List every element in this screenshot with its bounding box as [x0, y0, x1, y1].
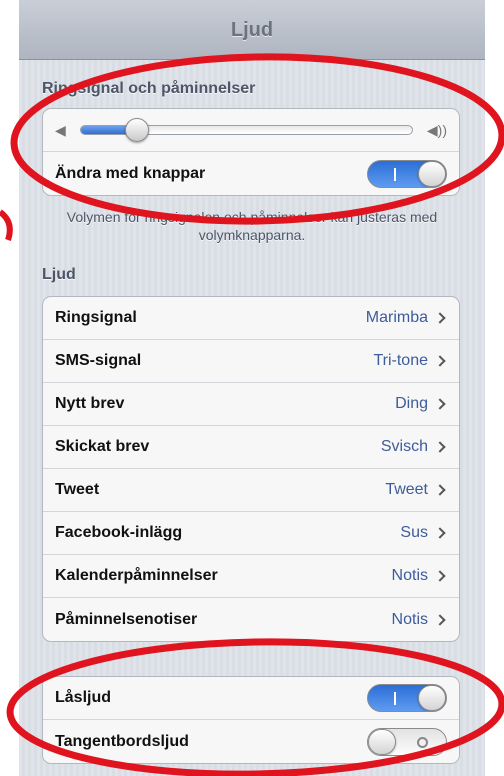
chevron-right-icon	[434, 570, 446, 582]
sound-row-value: Sus	[400, 524, 428, 541]
toggle-on-mark	[394, 692, 396, 705]
sound-row-value: Notis	[391, 567, 428, 584]
sounds-group: Ringsignal Marimba SMS-signal Tri-tone N…	[42, 296, 460, 642]
chevron-right-icon	[434, 441, 446, 453]
chevron-right-icon	[434, 527, 446, 539]
sound-row-label: SMS-signal	[55, 352, 142, 369]
toggle-thumb	[418, 160, 446, 187]
keyboard-sound-row: Tangentbordsljud	[43, 720, 459, 763]
chevron-right-icon	[434, 613, 446, 626]
chevron-right-icon	[434, 312, 446, 324]
keyboard-sound-label: Tangentbordsljud	[55, 732, 189, 750]
change-with-buttons-row: Ändra med knappar	[43, 152, 459, 195]
ringer-group: ◀ ◀)) Ändra med knappar	[42, 108, 460, 196]
sound-row-label: Facebook-inlägg	[55, 524, 183, 541]
settings-screen: Ljud Ringsignal och påminnelser ◀ ◀)) Än…	[19, 0, 485, 776]
sound-row-nytt-brev[interactable]: Nytt brev Ding	[43, 383, 459, 426]
chevron-right-icon	[434, 355, 446, 367]
volume-low-icon: ◀	[55, 121, 66, 138]
sound-row-facebook[interactable]: Facebook-inlägg Sus	[43, 512, 459, 555]
volume-footnote: Volymen för ringsignalen och påminnelser…	[66, 209, 438, 243]
toggle-off-mark	[417, 736, 428, 748]
change-with-buttons-label: Ändra med knappar	[55, 164, 206, 182]
sound-row-skickat-brev[interactable]: Skickat brev Svisch	[43, 426, 459, 469]
annotation-mark-left	[0, 209, 13, 241]
sound-row-value: Marimba	[365, 309, 428, 326]
toggle-on-mark	[394, 167, 396, 181]
volume-slider-row: ◀ ◀))	[43, 109, 459, 152]
chevron-right-icon	[434, 398, 446, 410]
sound-row-kalender[interactable]: Kalenderpåminnelser Notis	[43, 555, 459, 598]
sound-row-tweet[interactable]: Tweet Tweet	[43, 469, 459, 512]
sound-row-value: Svisch	[380, 438, 428, 455]
sound-row-label: Skickat brev	[55, 438, 150, 455]
sound-row-label: Ringsignal	[55, 309, 137, 326]
sound-row-value: Tri-tone	[373, 352, 428, 369]
sound-row-value: Tweet	[385, 481, 428, 498]
toggle-thumb	[368, 728, 396, 755]
volume-slider[interactable]	[79, 118, 413, 142]
chevron-right-icon	[434, 484, 446, 496]
volume-slider-knob[interactable]	[124, 118, 149, 142]
sound-row-label: Tweet	[55, 481, 100, 498]
sound-row-label: Nytt brev	[55, 395, 125, 412]
section-title-sounds: Ljud	[42, 266, 76, 283]
section-title-ringer: Ringsignal och påminnelser	[42, 80, 256, 97]
volume-high-icon: ◀))	[426, 121, 447, 138]
toggle-thumb	[418, 685, 446, 711]
sound-row-value: Ding	[395, 395, 428, 412]
sound-row-label: Påminnelsenotiser	[55, 610, 198, 628]
sound-row-ringsignal[interactable]: Ringsignal Marimba	[43, 297, 459, 340]
keyboard-sound-toggle[interactable]	[367, 727, 447, 756]
change-with-buttons-toggle[interactable]	[367, 159, 447, 188]
sound-row-sms-signal[interactable]: SMS-signal Tri-tone	[43, 340, 459, 383]
navigation-bar: Ljud	[19, 0, 485, 60]
sound-row-paminnelser[interactable]: Påminnelsenotiser Notis	[43, 598, 459, 641]
lock-sound-label: Låsljud	[55, 689, 112, 706]
sound-row-value: Notis	[391, 610, 428, 628]
sound-row-label: Kalenderpåminnelser	[55, 567, 218, 584]
system-sounds-group: Låsljud Tangentbordsljud	[42, 676, 460, 764]
lock-sound-row: Låsljud	[43, 677, 459, 720]
page-title: Ljud	[230, 19, 274, 41]
lock-sound-toggle[interactable]	[367, 684, 447, 712]
